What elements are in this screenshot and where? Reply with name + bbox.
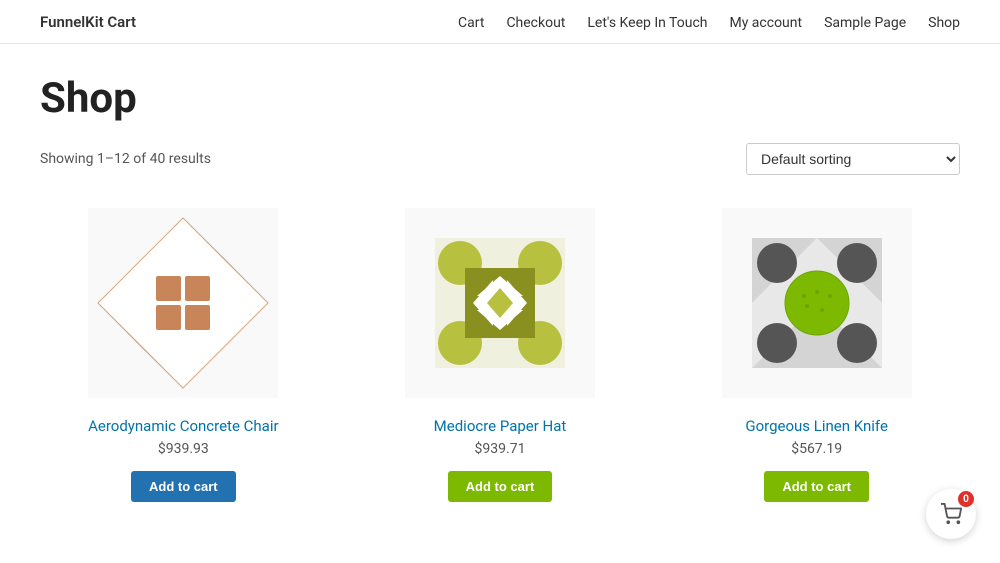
sort-select[interactable]: Default sortingSort by popularitySort by… (746, 143, 960, 175)
product-card: Gorgeous Linen Knife $567.19 Add to cart (673, 203, 960, 502)
product-price: $939.71 (475, 441, 526, 457)
product-name[interactable]: Gorgeous Linen Knife (745, 417, 888, 435)
product-price: $567.19 (791, 441, 842, 457)
product-card: Aerodynamic Concrete Chair $939.93 Add to … (40, 203, 327, 502)
product-image (357, 203, 644, 403)
nav-link[interactable]: Cart (458, 15, 484, 31)
site-logo: FunnelKit Cart (40, 13, 136, 31)
main-content: Shop Showing 1–12 of 40 results Default … (0, 44, 1000, 562)
results-count: Showing 1–12 of 40 results (40, 151, 211, 167)
product-price: $939.93 (158, 441, 209, 457)
product-image (673, 203, 960, 403)
add-to-cart-button[interactable]: Add to cart (764, 471, 869, 502)
nav-link[interactable]: My account (729, 15, 802, 31)
cart-bubble[interactable]: 0 (926, 489, 976, 539)
add-to-cart-button[interactable]: Add to cart (448, 471, 553, 502)
nav-link[interactable]: Shop (928, 15, 960, 31)
page-title: Shop (40, 74, 960, 123)
nav-link[interactable]: Checkout (506, 15, 565, 31)
main-nav: Cart Checkout Let's Keep In Touch My accoun… (458, 12, 960, 31)
product-card: Mediocre Paper Hat $939.71 Add to cart (357, 203, 644, 502)
add-to-cart-button[interactable]: Add to cart (131, 471, 236, 502)
product-name[interactable]: Aerodynamic Concrete Chair (88, 417, 278, 435)
product-image (40, 203, 327, 403)
site-header: FunnelKit Cart Cart Checkout Let's Keep In… (0, 0, 1000, 44)
product-grid: Aerodynamic Concrete Chair $939.93 Add to … (40, 203, 960, 502)
shop-meta-bar: Showing 1–12 of 40 results Default sorti… (40, 143, 960, 175)
nav-link[interactable]: Let's Keep In Touch (587, 15, 707, 31)
cart-icon (940, 503, 962, 525)
cart-count-badge: 0 (958, 491, 974, 507)
product-name[interactable]: Mediocre Paper Hat (434, 417, 567, 435)
nav-link[interactable]: Sample Page (824, 15, 906, 31)
